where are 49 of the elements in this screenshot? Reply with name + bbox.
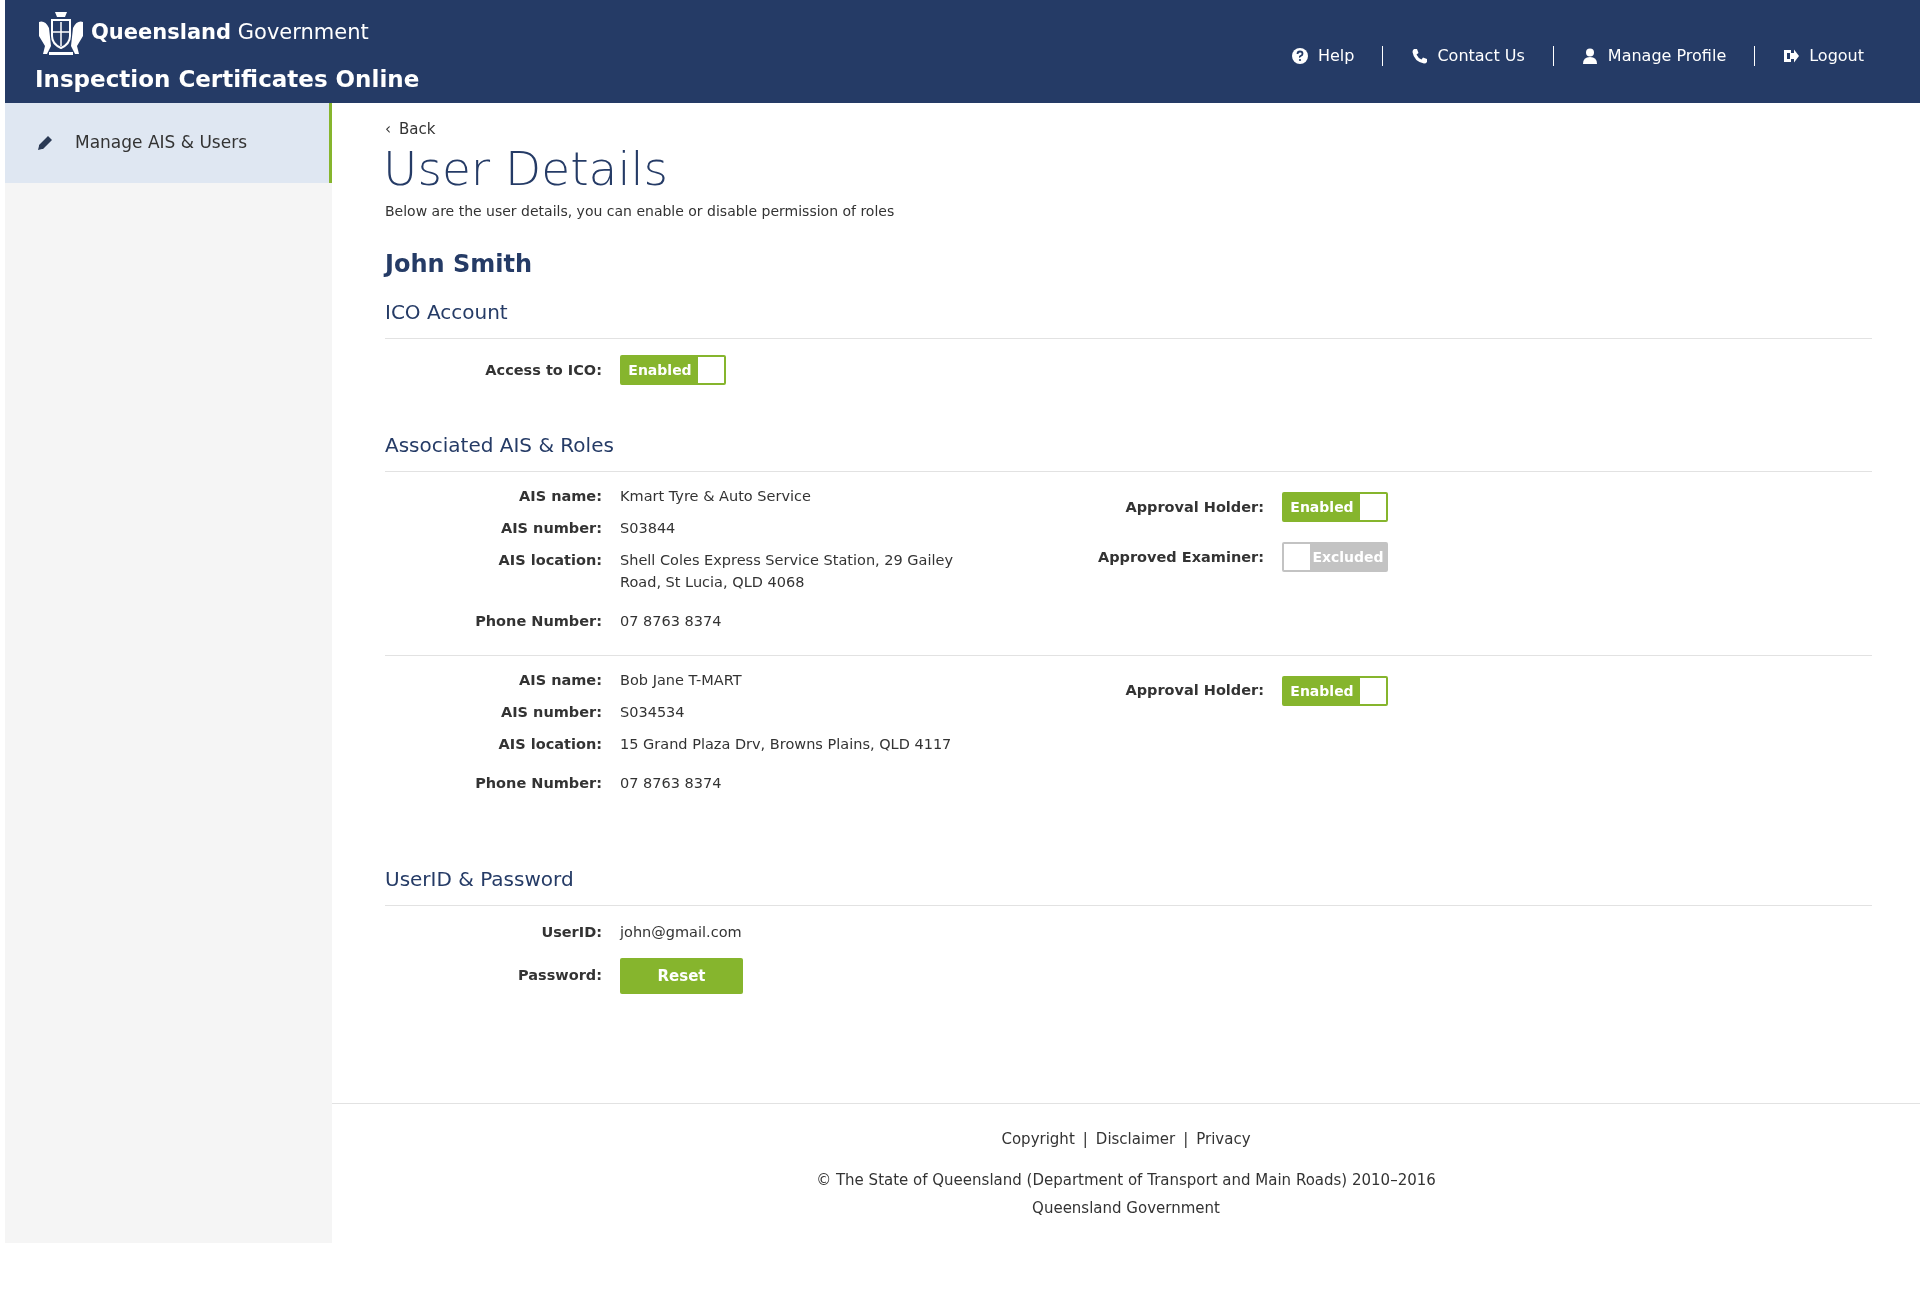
logout-icon bbox=[1783, 48, 1800, 64]
intro-text: Below are the user details, you can enable or disable permission of roles bbox=[385, 201, 896, 221]
organisation-name: Queensland Government bbox=[1031, 1198, 1221, 1219]
section-heading: Associated AIS & Roles bbox=[385, 433, 1872, 473]
field-label: Phone Number: bbox=[474, 612, 603, 632]
user-name: John Smith bbox=[385, 249, 534, 279]
field-value: Bob Jane T-MART bbox=[620, 671, 742, 691]
section-heading: UserID & Password bbox=[385, 867, 1872, 907]
app-title: Inspection Certificates Online bbox=[35, 65, 420, 94]
phone-icon bbox=[1411, 48, 1428, 64]
field-value: S03844 bbox=[620, 519, 676, 539]
nav-link[interactable]: Contact Us bbox=[1383, 44, 1553, 68]
field-value: 07 8763 8374 bbox=[620, 774, 722, 794]
field-value: 15 Grand Plaza Drv, Browns Plains, QLD 4117 bbox=[620, 734, 952, 754]
field-label: AIS location: bbox=[497, 734, 603, 754]
field-value: Shell Coles Express Service Station, 29 Gailey Road, St Lucia, QLD 4068 bbox=[620, 551, 955, 592]
nav-link[interactable]: Manage Profile bbox=[1553, 44, 1755, 68]
sidebar-item[interactable]: Manage AIS & Users bbox=[5, 103, 332, 183]
brand-name: Queensland Government bbox=[91, 19, 369, 47]
role-label: Approval Holder: bbox=[1124, 497, 1265, 517]
field-label: Password: bbox=[517, 966, 603, 986]
field-value: john@gmail.com bbox=[620, 923, 742, 943]
field-label: Access to ICO: bbox=[484, 360, 603, 380]
pencil-icon bbox=[37, 135, 53, 151]
field-label: AIS name: bbox=[518, 487, 603, 507]
field-label: AIS location: bbox=[497, 551, 603, 570]
section-heading: ICO Account bbox=[385, 300, 1872, 340]
role-label: Approval Holder: bbox=[1124, 681, 1265, 701]
nav-link[interactable]: Logout bbox=[1755, 44, 1892, 68]
field-label: AIS name: bbox=[518, 671, 603, 691]
field-label: UserID: bbox=[540, 923, 603, 943]
footer-link[interactable]: Copyright bbox=[1001, 1130, 1075, 1148]
user-icon bbox=[1581, 48, 1598, 64]
copyright-text: © The State of Queensland (Department of Transport and Main Roads) 2010–2016 bbox=[815, 1169, 1437, 1191]
footer-link[interactable]: Privacy bbox=[1196, 1130, 1251, 1148]
nav-link[interactable]: Help bbox=[1263, 44, 1383, 68]
footer-link[interactable]: Disclaimer bbox=[1095, 1130, 1176, 1148]
field-value: 07 8763 8374 bbox=[620, 612, 722, 632]
role-label: Approved Examiner: bbox=[1096, 547, 1265, 567]
field-label: AIS number: bbox=[499, 703, 603, 722]
field-value: S034534 bbox=[620, 703, 685, 722]
help-icon bbox=[1291, 48, 1308, 64]
back-link[interactable]: ‹ Back bbox=[385, 118, 436, 141]
separator-text: | bbox=[1183, 1130, 1189, 1148]
field-label: Phone Number: bbox=[474, 774, 603, 794]
field-value: Kmart Tyre & Auto Service bbox=[620, 487, 811, 507]
page-title: User Details bbox=[383, 143, 669, 195]
field-label: AIS number: bbox=[499, 519, 603, 539]
separator-text: | bbox=[1082, 1130, 1088, 1148]
